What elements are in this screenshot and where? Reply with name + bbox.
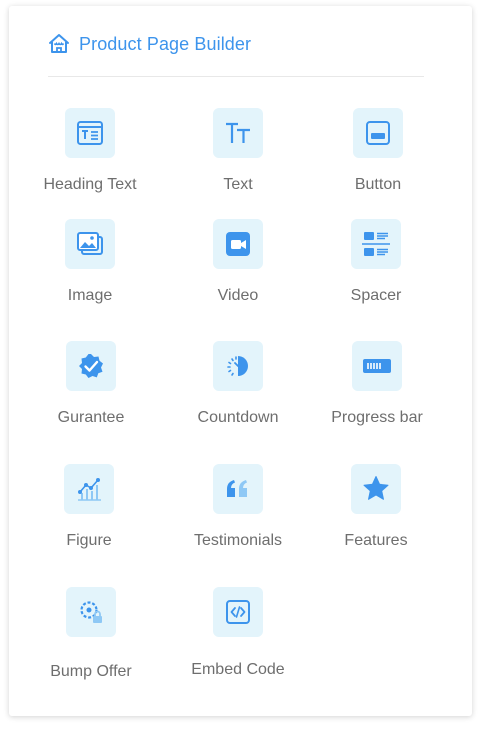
page-title: Product Page Builder: [79, 33, 252, 54]
widget-features[interactable]: Features: [306, 464, 446, 550]
video-icon: [223, 229, 253, 259]
home-icon: [47, 32, 71, 56]
widget-label: Text: [223, 176, 253, 193]
widget-video[interactable]: Video: [168, 219, 308, 305]
widget-label: Countdown: [197, 409, 279, 426]
button-icon: [363, 118, 393, 148]
widget-spacer[interactable]: Spacer: [306, 219, 446, 305]
panel-header: Product Page Builder: [47, 32, 251, 56]
countdown-timer-icon: [223, 351, 253, 381]
widget-label: Spacer: [350, 287, 402, 304]
widget-label: Figure: [66, 532, 112, 549]
image-tile: [65, 219, 115, 269]
widget-image[interactable]: Image: [20, 219, 160, 305]
heading-text-tile: [65, 108, 115, 158]
widget-button[interactable]: Button: [308, 108, 448, 194]
widget-label: Progress bar: [331, 409, 423, 426]
widget-heading-text[interactable]: Heading Text: [20, 108, 160, 194]
features-tile: [351, 464, 401, 514]
button-tile: [353, 108, 403, 158]
figure-tile: [64, 464, 114, 514]
text-tile: [213, 108, 263, 158]
progress-bar-icon: [362, 351, 392, 381]
text-icon: [223, 118, 253, 148]
guarantee-badge-icon: [76, 351, 106, 381]
widget-embed-code[interactable]: Embed Code: [168, 587, 308, 679]
widget-label: Gurantee: [57, 409, 125, 426]
widget-label: Testimonials: [193, 532, 283, 549]
widget-label: Button: [354, 176, 402, 193]
widget-text[interactable]: Text: [168, 108, 308, 194]
star-icon: [361, 474, 391, 504]
bump-offer-icon: [76, 597, 106, 627]
quote-icon: [223, 474, 253, 504]
spacer-icon: [361, 229, 391, 259]
embed-code-icon: [223, 597, 253, 627]
widget-label: Embed Code: [191, 661, 285, 678]
widget-label: Features: [344, 532, 408, 549]
widget-label: Video: [217, 287, 259, 304]
widget-testimonials[interactable]: Testimonials: [168, 464, 308, 550]
figure-chart-icon: [74, 474, 104, 504]
progress-bar-tile: [352, 341, 402, 391]
image-icon: [75, 229, 105, 259]
gurantee-tile: [66, 341, 116, 391]
widget-gurantee[interactable]: Gurantee: [21, 341, 161, 427]
heading-text-icon: [75, 118, 105, 148]
widget-label: Image: [67, 287, 113, 304]
testimonials-tile: [213, 464, 263, 514]
widget-figure[interactable]: Figure: [19, 464, 159, 550]
header-divider: [48, 76, 424, 77]
spacer-tile: [351, 219, 401, 269]
countdown-tile: [213, 341, 263, 391]
widget-panel: Product Page Builder Heading Text Text B…: [9, 6, 472, 716]
widget-label: Bump Offer: [50, 663, 132, 680]
bump-offer-tile: [66, 587, 116, 637]
widget-bump-offer[interactable]: Bump Offer: [21, 587, 161, 681]
widget-label: Heading Text: [43, 176, 137, 193]
embed-code-tile: [213, 587, 263, 637]
widget-progress-bar[interactable]: Progress bar: [307, 341, 447, 427]
widget-countdown[interactable]: Countdown: [168, 341, 308, 427]
video-tile: [213, 219, 263, 269]
